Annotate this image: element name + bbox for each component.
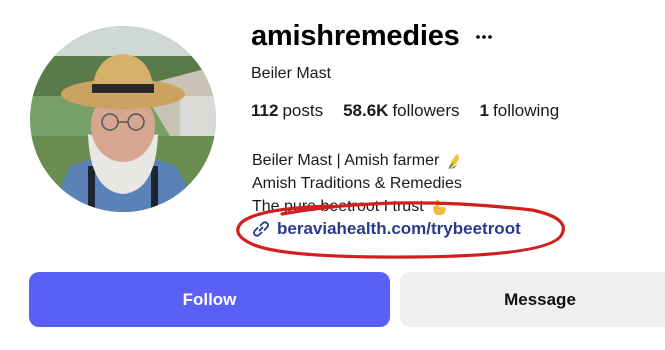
profile-stats: 112 posts 58.6K followers 1 following [251,101,559,121]
bio-line-1-text: Beiler Mast | Amish farmer [252,152,440,169]
bio-line-1: Beiler Mast | Amish farmer [252,149,463,172]
profile-bio: Beiler Mast | Amish farmer Amish Traditi… [252,149,463,218]
followers-label: followers [392,101,460,120]
profile-username: amishremedies [251,20,460,52]
corn-emoji-icon [448,153,460,169]
bio-link[interactable]: beraviahealth.com/trybeetroot [252,219,521,239]
following-label: following [493,101,560,120]
followers-count: 58.6K [343,101,389,120]
more-horizontal-icon[interactable] [475,28,493,46]
bio-line-3-text: The pure beetroot I trust [252,198,424,215]
bio-line-2: Amish Traditions & Remedies [252,172,463,195]
bio-line-2-text: Amish Traditions & Remedies [252,175,462,192]
follow-button[interactable]: Follow [29,272,390,327]
following-count: 1 [479,101,490,120]
link-icon [253,221,269,237]
bio-line-3: The pure beetroot I trust [252,195,463,218]
bio-link-text: beraviahealth.com/trybeetroot [277,219,521,238]
point-down-emoji-icon [432,199,446,215]
profile-avatar[interactable] [30,26,216,212]
following-stat[interactable]: 1 following [480,101,560,121]
posts-label: posts [282,101,324,120]
profile-header: amishremedies Beiler Mast 112 posts 58.6K… [0,0,665,350]
profile-full-name: Beiler Mast [251,65,332,82]
message-button[interactable]: Message [400,272,665,327]
posts-stat[interactable]: 112 posts [251,101,323,121]
posts-count: 112 [251,101,279,120]
followers-stat[interactable]: 58.6K followers [343,101,459,121]
